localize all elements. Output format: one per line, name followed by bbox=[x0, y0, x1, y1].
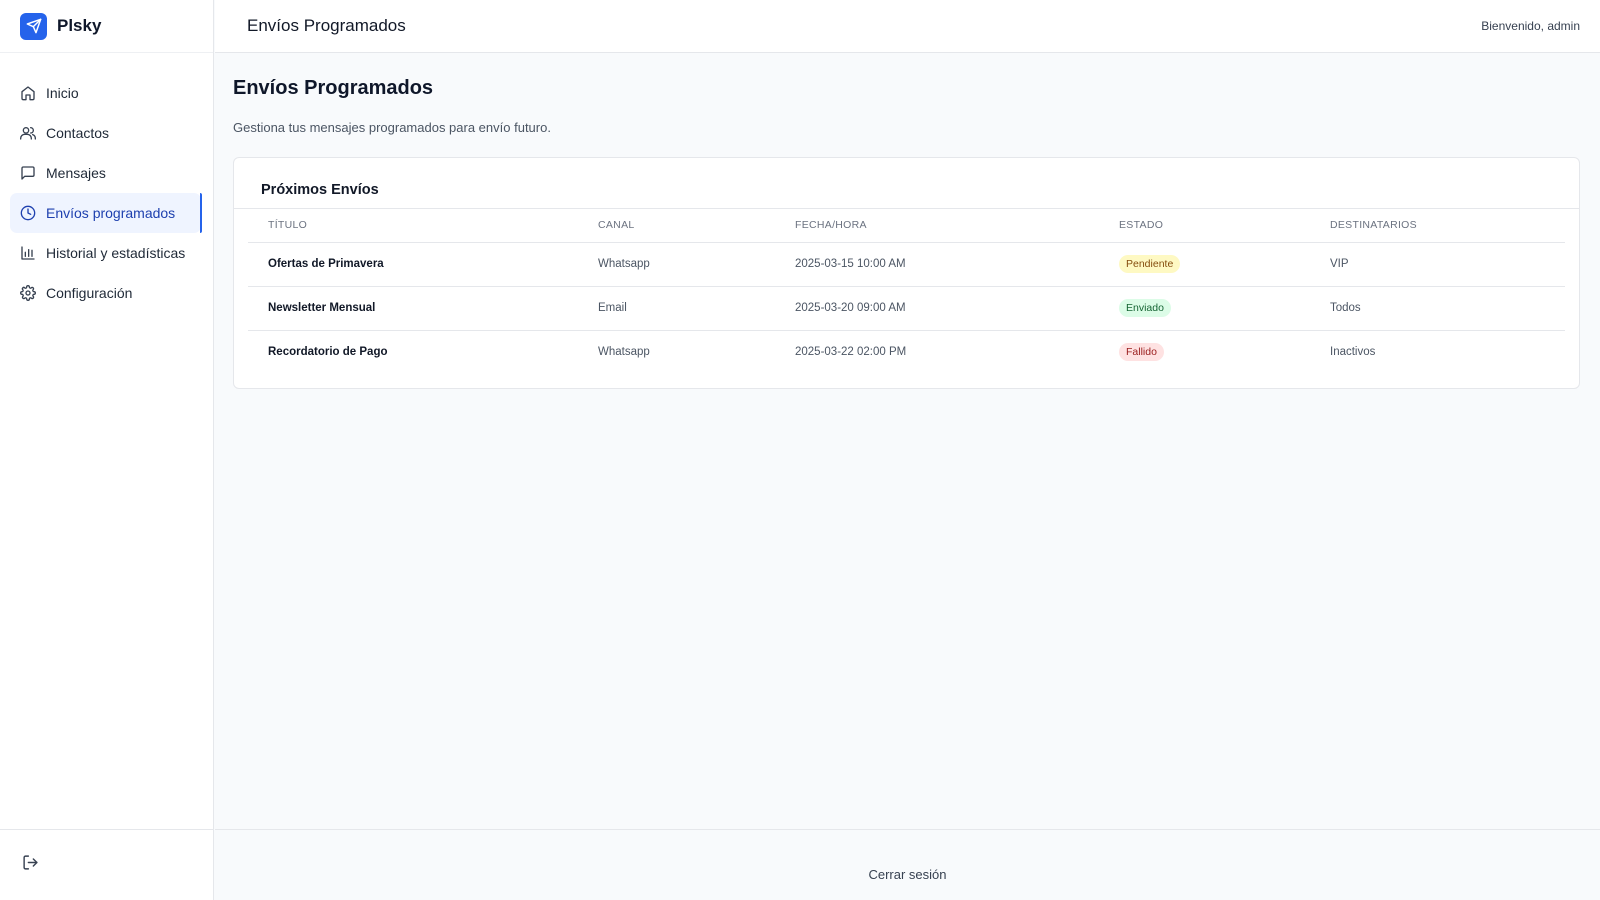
cell-title: Ofertas de Primavera bbox=[248, 242, 578, 287]
sidebar-item-label: Contactos bbox=[46, 125, 110, 141]
table-row[interactable]: Newsletter Mensual Email 2025-03-20 09:0… bbox=[248, 286, 1565, 331]
card-title: Próximos Envíos bbox=[234, 158, 1579, 209]
page-title: Envíos Programados bbox=[233, 77, 434, 99]
cell-recipients: Todos bbox=[1310, 286, 1565, 331]
clock-icon bbox=[20, 205, 36, 221]
table-row[interactable]: Recordatorio de Pago Whatsapp 2025-03-22… bbox=[248, 330, 1565, 374]
status-badge: Enviado bbox=[1119, 299, 1171, 317]
cell-channel: Whatsapp bbox=[578, 242, 775, 287]
table-header-row: TÍTULO CANAL FECHA/HORA ESTADO DESTINATA… bbox=[248, 209, 1565, 243]
sidebar-item-envios-programados[interactable]: Envíos programados bbox=[10, 193, 202, 233]
column-header-datetime: FECHA/HORA bbox=[775, 209, 1099, 243]
sidebar-item-label: Configuración bbox=[46, 285, 133, 301]
header-title: Envíos Programados bbox=[247, 16, 406, 35]
column-header-title: TÍTULO bbox=[248, 209, 578, 243]
user-greeting: Bienvenido, admin bbox=[1481, 19, 1580, 33]
gear-icon bbox=[20, 285, 36, 301]
page-subtitle: Gestiona tus mensajes programados para e… bbox=[233, 120, 551, 135]
message-icon bbox=[20, 165, 36, 181]
column-header-status: ESTADO bbox=[1099, 209, 1310, 243]
sidebar-item-label: Historial y estadísticas bbox=[46, 245, 186, 261]
home-icon bbox=[20, 85, 36, 101]
users-icon bbox=[20, 125, 36, 141]
sidebar-item-label: Inicio bbox=[46, 85, 79, 101]
status-badge: Pendiente bbox=[1119, 255, 1181, 273]
sidebar-item-inicio[interactable]: Inicio bbox=[10, 73, 201, 113]
send-icon bbox=[20, 12, 47, 40]
sidebar-nav: Inicio Contactos Mensajes Envíos program… bbox=[0, 53, 213, 313]
sidebar-item-configuracion[interactable]: Configuración bbox=[10, 273, 201, 313]
cell-title: Recordatorio de Pago bbox=[268, 346, 388, 359]
cell-status: Fallido bbox=[1099, 330, 1310, 374]
cell-datetime: 2025-03-15 10:00 AM bbox=[775, 242, 1099, 287]
brand-name: Plsky bbox=[57, 16, 102, 35]
column-header-channel: CANAL bbox=[578, 209, 775, 243]
cell-channel: Email bbox=[578, 286, 775, 331]
column-header-recipients: DESTINATARIOS bbox=[1310, 209, 1565, 243]
logout-button[interactable]: Cerrar sesión bbox=[868, 849, 946, 882]
table-wrapper: TÍTULO CANAL FECHA/HORA ESTADO DESTINATA… bbox=[248, 209, 1565, 374]
logout-icon[interactable] bbox=[22, 854, 39, 876]
page-footer: Cerrar sesión bbox=[215, 829, 1600, 900]
cell-datetime: 2025-03-22 02:00 PM bbox=[795, 346, 907, 359]
cell-channel: Whatsapp bbox=[598, 346, 650, 359]
bar-chart-icon bbox=[20, 245, 36, 261]
cell-status: Pendiente bbox=[1099, 242, 1310, 287]
main-content: Envíos Programados Gestiona tus mensajes… bbox=[233, 53, 1580, 389]
topbar: Envíos Programados Bienvenido, admin bbox=[215, 0, 1600, 53]
sidebar-item-mensajes[interactable]: Mensajes bbox=[10, 153, 201, 193]
sidebar-item-label: Mensajes bbox=[46, 165, 106, 181]
table-row[interactable]: Ofertas de Primavera Whatsapp 2025-03-15… bbox=[248, 242, 1565, 287]
cell-datetime: 2025-03-20 09:00 AM bbox=[775, 286, 1099, 331]
cell-title: Newsletter Mensual bbox=[248, 286, 578, 331]
cell-recipients: Inactivos bbox=[1330, 346, 1376, 359]
sidebar: Plsky Inicio Contactos Mensajes Envíos p… bbox=[0, 0, 214, 900]
sidebar-item-contactos[interactable]: Contactos bbox=[10, 113, 201, 153]
sidebar-item-label: Envíos programados bbox=[46, 205, 176, 221]
cell-recipients: VIP bbox=[1310, 242, 1565, 287]
scheduled-card: Próximos Envíos TÍTULO CANAL FECHA/HORA … bbox=[233, 157, 1580, 389]
sidebar-item-historial[interactable]: Historial y estadísticas bbox=[10, 233, 201, 273]
sidebar-footer bbox=[0, 829, 214, 900]
scheduled-table: TÍTULO CANAL FECHA/HORA ESTADO DESTINATA… bbox=[248, 209, 1565, 374]
status-badge: Fallido bbox=[1119, 343, 1164, 362]
cell-status: Enviado bbox=[1099, 286, 1310, 331]
brand[interactable]: Plsky bbox=[0, 0, 213, 53]
